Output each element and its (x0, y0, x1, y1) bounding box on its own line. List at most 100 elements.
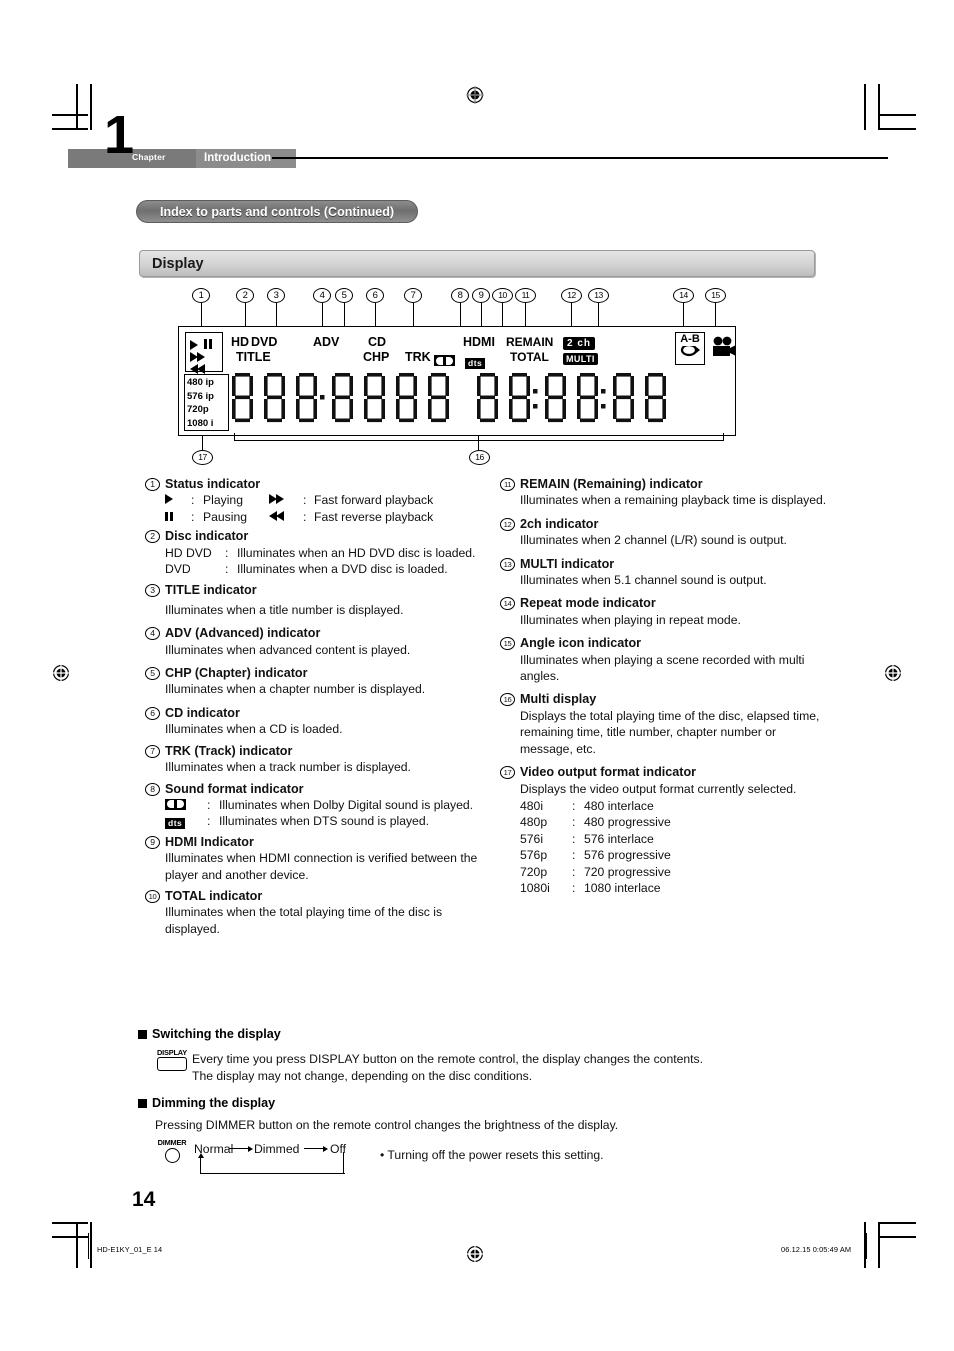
page-number: 14 (132, 1188, 156, 1211)
leader-13 (598, 303, 599, 326)
item-title: TRK (Track) indicator (165, 743, 293, 758)
item-title: 2ch indicator (520, 516, 599, 531)
item-body: Illuminates when a CD is loaded. (165, 722, 343, 737)
crop-mark-br-h2 (880, 1236, 916, 1238)
play-icon (165, 492, 191, 508)
dimmer-loop-head (197, 1153, 204, 1158)
callout-2: 2 (236, 288, 254, 303)
item-title-indicator: 3 TITLE indicator Illuminates when a tit… (145, 582, 495, 618)
leader-9 (481, 303, 482, 326)
item-title: TITLE indicator (165, 583, 257, 598)
leader-16-horiz (234, 440, 724, 441)
bullet-square-icon (138, 1029, 147, 1039)
status-indicator-group (185, 332, 223, 374)
item-number: 5 (145, 667, 160, 681)
callout-4: 4 (313, 288, 331, 303)
dts-icon: dts (165, 813, 207, 830)
item-body: Illuminates when a track number is displ… (165, 760, 411, 775)
icon-def-colon: : (207, 814, 211, 829)
leader-8 (460, 303, 461, 326)
hdmi-label: HDMI (463, 335, 495, 349)
item-status-indicator: 1 Status indicator : Playing : Fast forw… (145, 476, 495, 525)
item-body: Illuminates when 2 channel (L/R) sound i… (520, 533, 787, 548)
repeat-mode-indicator: A-B (675, 332, 705, 365)
registration-mark-left (52, 664, 70, 682)
format-colon: : (572, 815, 576, 830)
vf-1080: 1080 i (187, 417, 214, 429)
item-multi-display: 16 Multi display Displays the total play… (500, 691, 830, 757)
dimming-intro: Pressing DIMMER button on the remote con… (155, 1118, 619, 1132)
item-number: 7 (145, 744, 160, 758)
chapter-word: Chapter (132, 152, 166, 162)
dimmer-state-dimmed: Dimmed (254, 1142, 300, 1156)
format-desc: 480 progressive (584, 815, 671, 830)
registration-mark-top (466, 86, 484, 104)
callout-11: 11 (515, 288, 536, 303)
footer-right-text: 06.12.15 0:05:49 AM (781, 1245, 852, 1254)
dimmer-arrow-1-head (248, 1145, 253, 1152)
repeat-icon (680, 346, 700, 357)
leader-6 (375, 303, 376, 326)
row-text: Pausing (203, 509, 248, 524)
item-body: Displays the video output format current… (520, 781, 797, 796)
chp-label: CHP (363, 350, 390, 364)
item-sound-format-indicator: 8 Sound format indicator : Illuminates w… (145, 781, 495, 830)
fast-reverse-icon (269, 509, 303, 525)
header-rule (272, 157, 888, 159)
item-title: Status indicator (165, 477, 261, 491)
chapter-title: Introduction (204, 152, 272, 164)
item-number: 1 (145, 478, 160, 491)
item-body: Illuminates when playing a scene recorde… (520, 652, 805, 684)
def-colon: : (225, 562, 229, 577)
switching-heading-label: Switching the display (152, 1027, 281, 1041)
dolby-digital-icon (165, 797, 207, 813)
dimming-the-display-heading: Dimming the display (138, 1096, 275, 1110)
cd-label: CD (368, 335, 387, 349)
dimmer-loop-bottom (200, 1173, 345, 1175)
item-body: Illuminates when playing in repeat mode. (520, 612, 741, 627)
item-trk-indicator: 7 TRK (Track) indicator Illuminates when… (145, 743, 495, 776)
item-title: CHP (Chapter) indicator (165, 666, 308, 681)
item-title: Sound format indicator (165, 781, 304, 796)
format-colon: : (572, 798, 576, 813)
leader-11 (525, 303, 526, 326)
item-title: Angle icon indicator (520, 636, 642, 651)
switching-line-2: The display may not change, depending on… (192, 1069, 533, 1083)
item-body: Illuminates when HDMI connection is veri… (165, 851, 478, 882)
format-desc: 1080 interlace (584, 880, 661, 895)
display-button-graphic: DISPLAY (155, 1048, 189, 1074)
registration-mark-bottom (466, 1245, 484, 1263)
crop-mark-tr-v2 (878, 84, 880, 130)
item-number: 11 (500, 478, 515, 491)
def-term-hddvd: HD DVD (165, 545, 212, 560)
vf-720: 720p (187, 404, 209, 415)
footer-rule-right (866, 1233, 867, 1259)
item-chp-indicator: 5 CHP (Chapter) indicator Illuminates wh… (145, 665, 495, 698)
switching-line-1: Every time you press DISPLAY button on t… (192, 1052, 704, 1066)
leader-1 (201, 303, 202, 326)
format-colon: : (572, 880, 576, 895)
item-multi-indicator: 13 MULTI indicator Illuminates when 5.1 … (500, 556, 830, 589)
item-title: CD indicator (165, 705, 240, 720)
format-desc: 480 interlace (584, 798, 654, 813)
item-title: Disc indicator (165, 529, 249, 544)
leader-16-hright (723, 433, 724, 441)
item-number: 16 (500, 693, 515, 707)
crop-mark-br-v2 (878, 1222, 880, 1268)
format-code: 1080i (520, 880, 550, 895)
def-desc-hddvd: Illuminates when an HD DVD disc is loade… (237, 545, 476, 560)
item-number: 8 (145, 782, 160, 796)
bullet-square-icon (138, 1098, 147, 1108)
item-number: 15 (500, 637, 515, 651)
crop-mark-tl-h2 (52, 128, 88, 130)
pause-icon (204, 339, 207, 349)
format-code: 576p (520, 848, 548, 863)
item-number: 17 (500, 766, 515, 780)
callout-8: 8 (451, 288, 469, 303)
format-code: 720p (520, 864, 548, 879)
leader-3 (276, 303, 277, 326)
leader-12 (571, 303, 572, 326)
icon-def-desc-dts: Illuminates when DTS sound is played. (219, 814, 430, 829)
index-pill-label: Index to parts and controls (Continued) (159, 204, 395, 219)
callout-5: 5 (335, 288, 353, 303)
